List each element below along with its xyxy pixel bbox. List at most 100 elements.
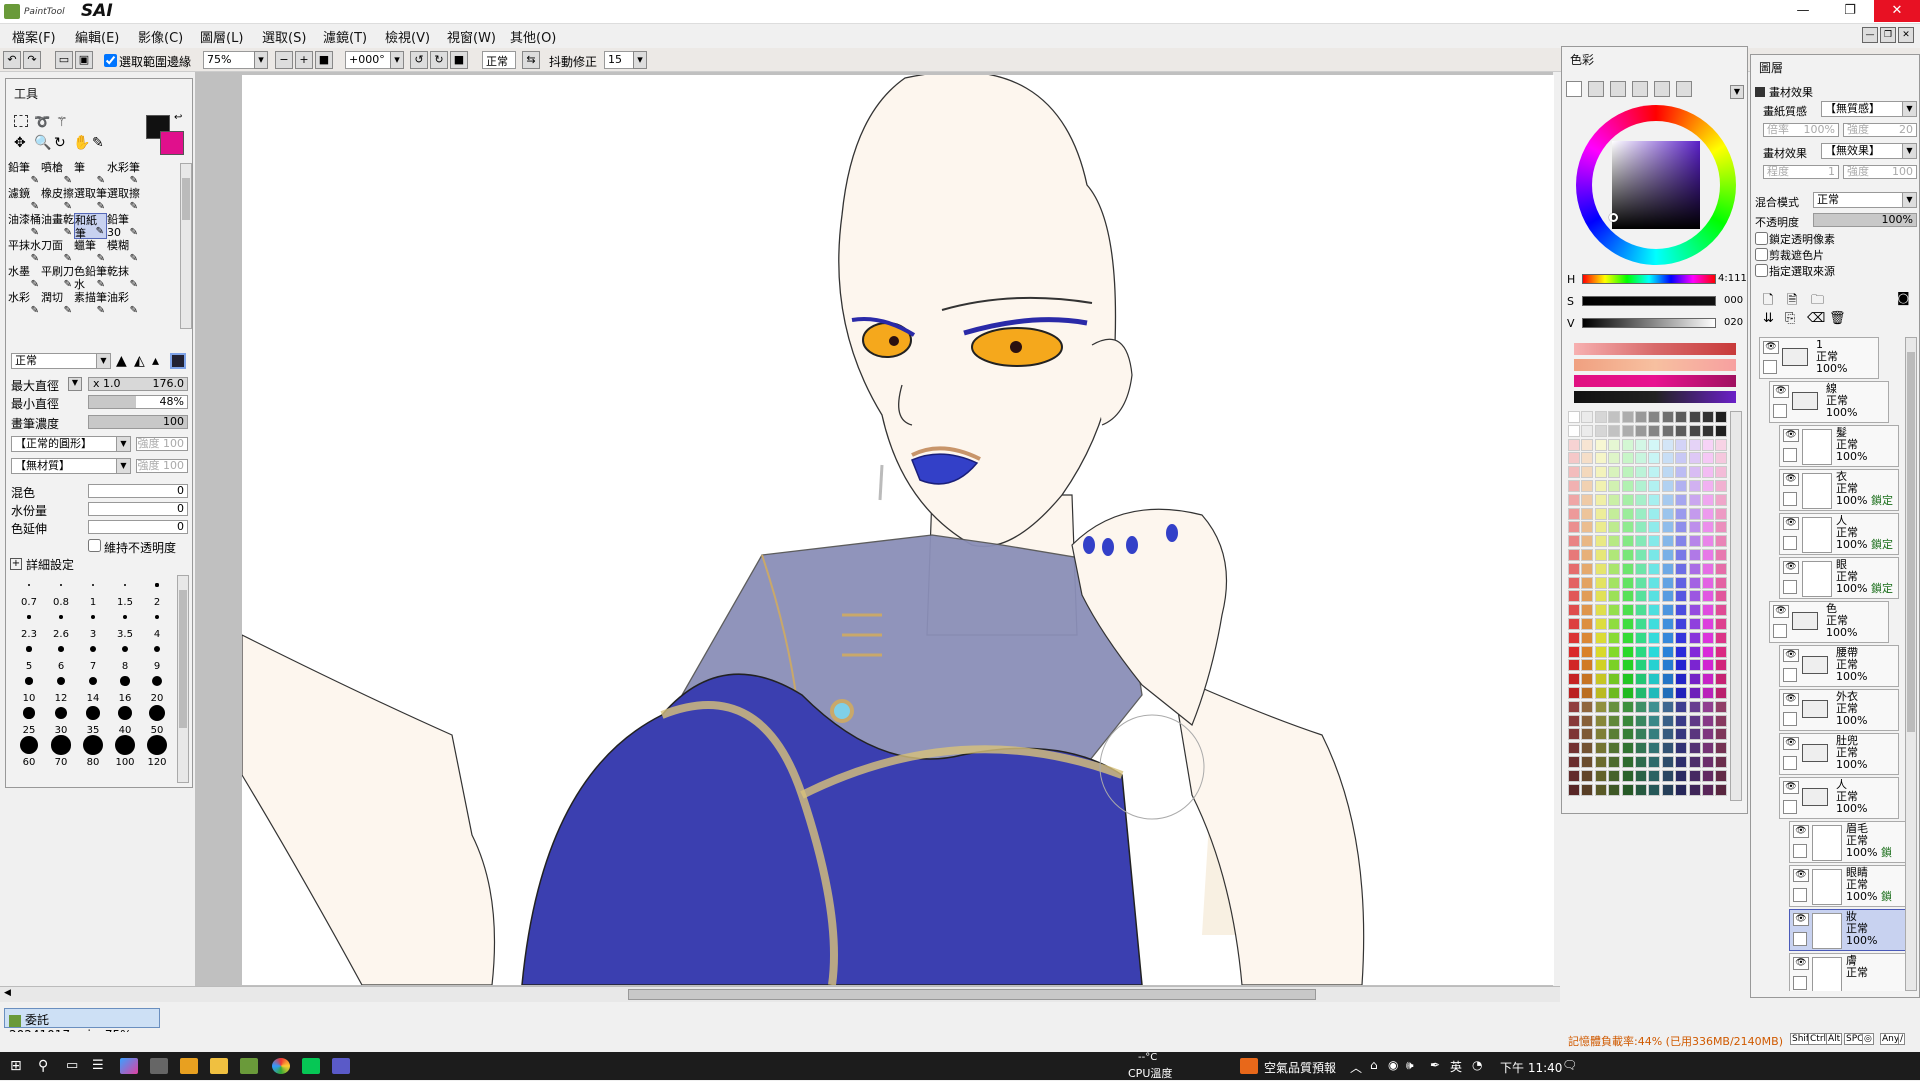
layer-select-checkbox[interactable] (1793, 976, 1807, 990)
brush-blend-dropdown[interactable]: 正常 ▼ (11, 353, 111, 369)
hscroll-thumb[interactable] (628, 989, 1316, 1000)
palette-swatch[interactable] (1581, 645, 1594, 658)
palette-swatch[interactable] (1594, 769, 1607, 782)
brush-size-dot[interactable] (59, 615, 63, 619)
eye-icon[interactable]: 👁 (1783, 473, 1799, 486)
palette-swatch[interactable] (1688, 742, 1701, 755)
palette-swatch[interactable] (1648, 411, 1661, 423)
palette-swatch[interactable] (1568, 480, 1580, 492)
palette-swatch[interactable] (1594, 631, 1607, 644)
brush-slot[interactable]: 選取擦 ✎ (107, 187, 140, 213)
palette-swatch[interactable] (1608, 714, 1621, 727)
palette-swatch[interactable] (1715, 659, 1728, 672)
brush-size-dot[interactable] (20, 736, 38, 754)
palette-swatch[interactable] (1661, 521, 1674, 534)
weather-label[interactable]: 空氣品質預報 (1264, 1059, 1336, 1076)
palette-swatch[interactable] (1715, 769, 1728, 782)
palette-swatch[interactable] (1661, 535, 1674, 548)
palette-swatch[interactable] (1688, 576, 1701, 589)
rotate-icon[interactable]: ↻ (54, 135, 66, 151)
palette-swatch[interactable] (1648, 452, 1661, 465)
palette-swatch[interactable] (1568, 576, 1580, 589)
min-size-slider[interactable]: 48% (88, 395, 188, 409)
palette-swatch[interactable] (1688, 424, 1701, 437)
palette-swatch[interactable] (1621, 604, 1634, 617)
tray-chevron-icon[interactable]: ︿ (1350, 1059, 1362, 1076)
palette-swatch[interactable] (1715, 521, 1728, 534)
palette-swatch[interactable] (1648, 521, 1661, 534)
palette-swatch[interactable] (1675, 756, 1688, 768)
layer-select-checkbox[interactable] (1763, 360, 1777, 374)
palette-swatch[interactable] (1594, 783, 1607, 796)
delete-layer-icon[interactable]: 🗑 (1829, 311, 1846, 326)
brush-slot[interactable]: 選取筆 ✎ (74, 187, 107, 213)
palette-swatch[interactable] (1608, 783, 1621, 796)
layer-row[interactable]: 👁 髮正常 100% (1779, 425, 1899, 467)
palette-swatch[interactable] (1661, 562, 1674, 575)
palette-swatch[interactable] (1635, 631, 1647, 644)
palette-swatch[interactable] (1581, 576, 1594, 589)
palette-swatch[interactable] (1661, 618, 1674, 630)
palette-swatch[interactable] (1621, 659, 1634, 672)
brush-size-dot[interactable] (59, 583, 63, 587)
palette-swatch[interactable] (1635, 438, 1647, 451)
palette-swatch[interactable] (1715, 631, 1728, 644)
layer-folder-row[interactable]: 👁 腰帶 正常 100% (1779, 645, 1899, 687)
brush-shape-dropdown[interactable]: 【正常的圓形】 ▼ (11, 436, 131, 452)
palette-swatch[interactable] (1581, 507, 1594, 520)
palette-swatch[interactable] (1621, 521, 1634, 534)
palette-swatch[interactable] (1568, 631, 1580, 644)
palette-swatch[interactable] (1621, 549, 1634, 561)
palette-swatch[interactable] (1648, 756, 1661, 768)
palette-swatch[interactable] (1568, 493, 1580, 506)
palette-swatch[interactable] (1635, 424, 1647, 437)
palette-swatch[interactable] (1581, 562, 1594, 575)
brush-slot[interactable]: 素描筆 ✎ (74, 291, 107, 317)
palette-swatch[interactable] (1648, 493, 1661, 506)
zoom-in-button[interactable]: + (295, 51, 313, 69)
palette-swatch[interactable] (1581, 493, 1594, 506)
stabilizer-dropdown-icon[interactable]: ▾ (633, 51, 647, 69)
brush-texture-dropdown[interactable]: 【無材質】 ▼ (11, 458, 131, 474)
palette-swatch[interactable] (1568, 452, 1580, 465)
palette-swatch[interactable] (1702, 673, 1714, 686)
palette-swatch[interactable] (1661, 631, 1674, 644)
palette-swatch[interactable] (1568, 645, 1580, 658)
mixer-tab-icon[interactable] (1632, 81, 1648, 97)
brush-size-dot[interactable] (153, 645, 161, 653)
menu-view[interactable]: 檢視(V) (385, 27, 430, 46)
rotate-left-button[interactable]: ↺ (410, 51, 428, 69)
layer-blend-dropdown[interactable]: 正常 ▼ (1813, 192, 1917, 208)
palette-swatch[interactable] (1635, 507, 1647, 520)
palette-swatch[interactable] (1594, 562, 1607, 575)
palette-swatch[interactable] (1648, 466, 1661, 479)
brush-size-dot[interactable] (147, 735, 167, 755)
brush-slot[interactable]: 鉛筆30 ✎ (107, 213, 140, 239)
palette-swatch[interactable] (1715, 673, 1728, 686)
palette-swatch[interactable] (1635, 604, 1647, 617)
brush-slot[interactable]: 潤切 ✎ (41, 291, 74, 317)
selection-source-checkbox[interactable] (1755, 264, 1768, 277)
new-folder-icon[interactable]: 🗀 (1811, 291, 1824, 313)
palette-swatch[interactable] (1648, 769, 1661, 782)
palette-swatch[interactable] (1608, 631, 1621, 644)
sv-square[interactable] (1612, 141, 1700, 229)
doc-minimize-button[interactable]: — (1862, 27, 1878, 43)
menu-image[interactable]: 影像(C) (138, 27, 183, 46)
palette-swatch[interactable] (1661, 769, 1674, 782)
palette-swatch[interactable] (1635, 590, 1647, 603)
palette-swatch[interactable] (1688, 507, 1701, 520)
brush-slot[interactable]: 鉛筆 ✎ (8, 161, 41, 187)
palette-swatch[interactable] (1675, 645, 1688, 658)
palette-swatch[interactable] (1568, 687, 1580, 699)
menu-layer[interactable]: 圖層(L) (200, 27, 243, 46)
brush-size-dot[interactable] (115, 735, 135, 755)
palette-swatch[interactable] (1648, 659, 1661, 672)
edge-soft-icon[interactable]: ▴ (152, 353, 168, 369)
collapse-icon[interactable] (1755, 87, 1765, 97)
palette-swatch[interactable] (1661, 452, 1674, 465)
palette-swatch[interactable] (1594, 687, 1607, 699)
flip-button[interactable]: ⇆ (522, 51, 540, 69)
palette-swatch[interactable] (1702, 493, 1714, 506)
palette-swatch[interactable] (1635, 521, 1647, 534)
